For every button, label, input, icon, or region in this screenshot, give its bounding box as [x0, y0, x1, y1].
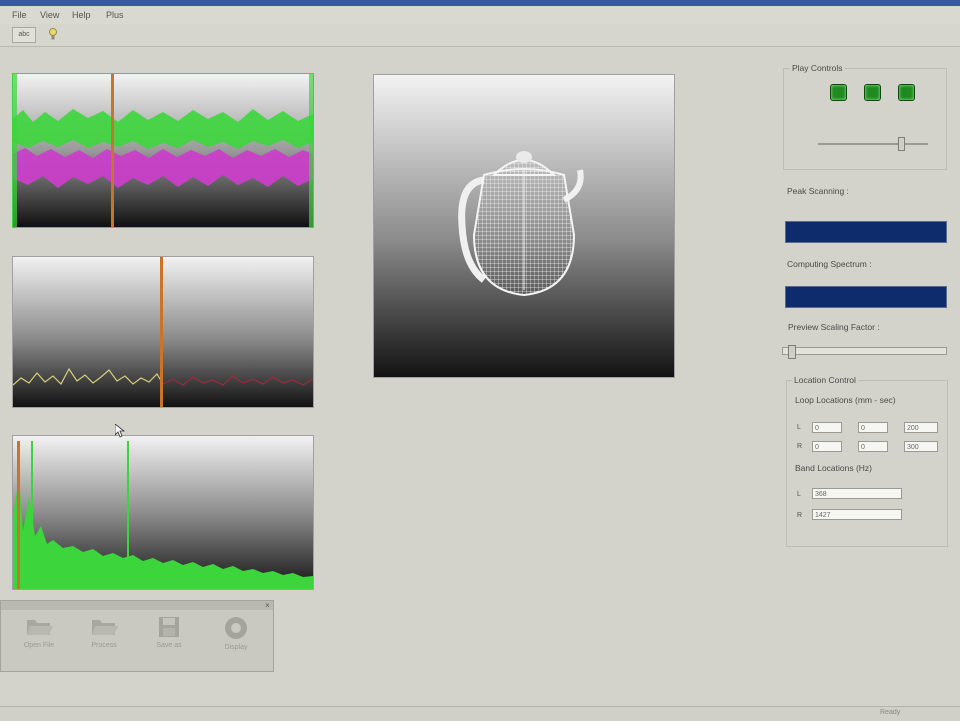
loop-l-field-3[interactable]: 200	[904, 422, 938, 433]
loop-r-field-3[interactable]: 300	[904, 441, 938, 452]
waveform-panel-middle[interactable]	[12, 256, 314, 408]
peak-scanning-progress	[785, 221, 947, 243]
process-button[interactable]: Process	[79, 615, 129, 649]
3d-viewport[interactable]	[373, 74, 675, 378]
preview-scaling-slider[interactable]	[782, 347, 947, 355]
status-text: Ready	[880, 709, 901, 716]
menu-view[interactable]: View	[40, 10, 59, 20]
band-r-label: R	[797, 512, 803, 519]
mouse-cursor-icon	[115, 424, 125, 438]
save-as-label: Save as	[156, 642, 182, 649]
band-l-label: L	[797, 491, 801, 498]
open-file-button[interactable]: Open File	[14, 615, 64, 649]
preview-scaling-label: Preview Scaling Factor :	[788, 322, 880, 332]
menu-help[interactable]: Help	[72, 10, 91, 20]
disc-icon	[225, 617, 247, 639]
stop-icon[interactable]	[898, 84, 915, 101]
waveform-panel-top[interactable]	[12, 73, 314, 228]
menu-plus[interactable]: Plus	[106, 10, 124, 20]
menu-bar: File View Help Plus	[0, 6, 960, 24]
save-icon	[159, 617, 179, 637]
loop-r-label: R	[797, 443, 803, 450]
computing-spectrum-progress	[785, 286, 947, 308]
save-as-button[interactable]: Save as	[144, 615, 194, 649]
folder-icon	[92, 620, 118, 635]
loop-l-field-1[interactable]: 0	[812, 422, 842, 433]
floating-toolbar-titlebar[interactable]	[1, 601, 273, 610]
folder-open-icon	[27, 620, 53, 635]
lightbulb-icon[interactable]	[46, 27, 60, 42]
close-icon[interactable]: ×	[263, 601, 272, 610]
preview-scaling-handle[interactable]	[788, 345, 796, 359]
band-locations-label: Band Locations (Hz)	[795, 463, 873, 473]
peak-scanning-label: Peak Scanning :	[787, 186, 849, 196]
loop-r-field-2[interactable]: 0	[858, 441, 888, 452]
computing-spectrum-label: Computing Spectrum :	[787, 259, 872, 269]
spectrum-panel-bottom[interactable]	[12, 435, 314, 590]
loop-locations-label: Loop Locations (mm - sec)	[795, 395, 896, 405]
display-button[interactable]: Display	[211, 615, 261, 651]
play-slider-handle[interactable]	[898, 137, 905, 151]
play-slider-track[interactable]	[818, 143, 928, 145]
band-l-field[interactable]: 368	[812, 488, 902, 499]
play-icon[interactable]	[830, 84, 847, 101]
status-bar: Ready	[0, 706, 960, 721]
play-controls-title: Play Controls	[790, 63, 845, 73]
open-file-label: Open File	[23, 642, 55, 649]
process-label: Process	[91, 642, 117, 649]
menu-file[interactable]: File	[12, 10, 27, 20]
toolbar: abc	[0, 24, 960, 47]
pause-icon[interactable]	[864, 84, 881, 101]
loop-l-field-2[interactable]: 0	[858, 422, 888, 433]
location-control-title: Location Control	[792, 375, 858, 385]
floating-toolbar: × Open File Process Save as Display	[0, 600, 274, 672]
band-r-field[interactable]: 1427	[812, 509, 902, 520]
display-label: Display	[224, 644, 248, 651]
loop-r-field-1[interactable]: 0	[812, 441, 842, 452]
loop-l-label: L	[797, 424, 801, 431]
toolbar-text-button[interactable]: abc	[12, 27, 36, 43]
